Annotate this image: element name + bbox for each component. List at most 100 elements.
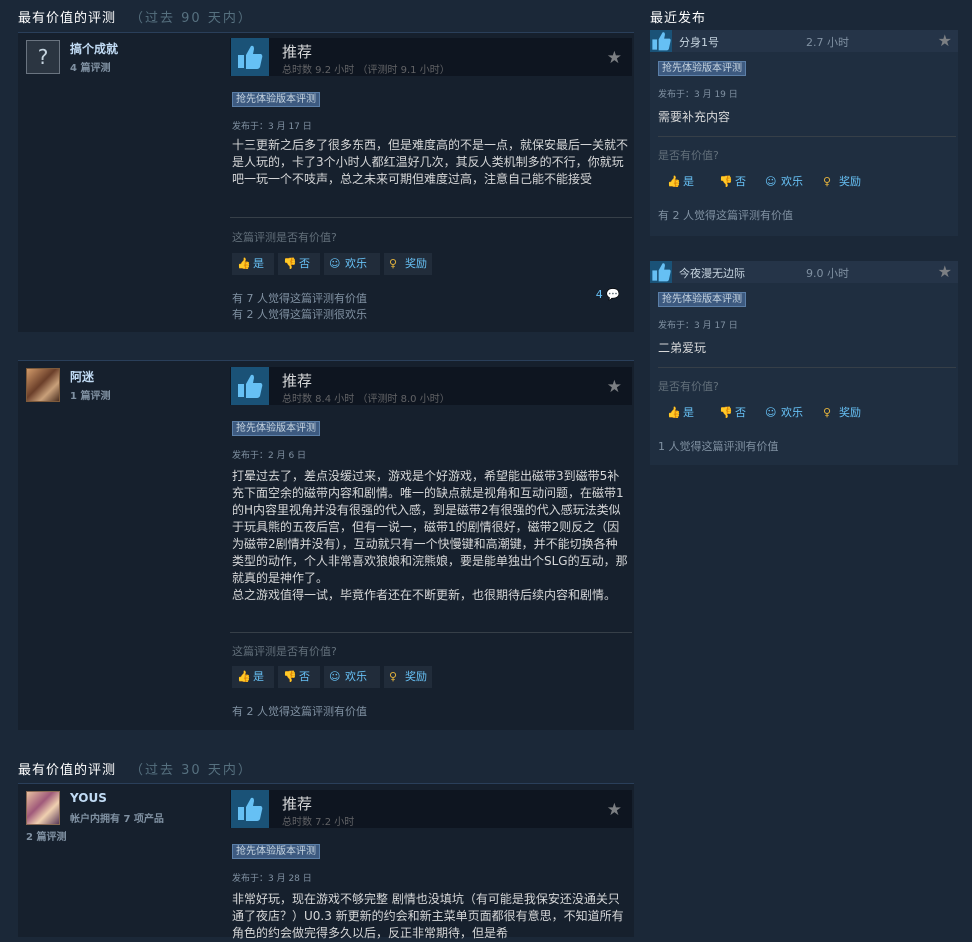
review-text: 需要补充内容 [658, 110, 731, 124]
vote-header[interactable]: 今夜漫无边际 9.0 小时 ★ [650, 261, 958, 283]
helpful-count: 1 人觉得这篇评测有价值 [658, 440, 779, 453]
review-text: 非常好玩，现在游戏不够完整 剧情也没填坑（有可能是我保安还没通关只通了夜店？）U… [232, 892, 624, 940]
early-access-badge: 抢先体验版本评测 [232, 92, 320, 107]
posted-date: 发布于：2 月 6 日 [232, 451, 307, 461]
thumbs-up-icon: 👍 [667, 406, 681, 419]
smiley-icon: ☺ [765, 175, 777, 188]
review-text: 十三更新之后多了很多东西，但是难度高的不是一点，就保安最后一关就不是人玩的，卡了… [232, 138, 629, 186]
review-card: ? 搞个成就 4 篇评测 推荐 总时数 9.2 小时 （评测时 9.1 小时） … [18, 32, 634, 332]
award-button[interactable]: ♀ 奖励 [818, 171, 866, 193]
helpful-question: 是否有价值? [658, 149, 719, 162]
thumbs-up-icon [650, 30, 672, 52]
vote-funny-button[interactable]: ☺ 欢乐 [324, 666, 380, 688]
review-text: 打晕过去了，差点没缓过来，游戏是个好游戏，希望能出磁带3到磁带5补充下面空余的磁… [232, 469, 628, 602]
question-mark-avatar[interactable]: ? [26, 40, 60, 74]
vote-header[interactable]: 分身1号 2.7 小时 ★ [650, 30, 958, 52]
vote-funny-button[interactable]: ☺ 欢乐 [760, 402, 808, 424]
section-title-text: 最近发布 [650, 11, 707, 26]
author-name[interactable]: 阿迷 [70, 368, 94, 385]
vote-header[interactable]: 推荐 总时数 8.4 小时 （评测时 8.0 小时） ★ [230, 367, 632, 405]
playtime: 总时数 9.2 小时 （评测时 9.1 小时） [282, 65, 450, 76]
thumbs-down-icon: 👎 [719, 175, 733, 188]
helpful-count: 有 2 人觉得这篇评测有价值 [658, 209, 793, 222]
recommend-label: 推荐 [282, 372, 313, 390]
vote-yes-button[interactable]: 👍 是 [662, 402, 699, 424]
vote-no-button[interactable]: 👎 否 [714, 171, 751, 193]
divider [658, 367, 956, 368]
playtime: 总时数 7.2 小时 [282, 817, 355, 828]
star-icon[interactable]: ★ [607, 800, 622, 820]
comments-link[interactable]: 4 💬 [596, 288, 620, 301]
author-name[interactable]: 今夜漫无边际 [679, 265, 745, 281]
author-name[interactable]: YOUS [70, 791, 107, 805]
vote-yes-button[interactable]: 👍 是 [232, 666, 274, 688]
review-card: 阿迷 1 篇评测 推荐 总时数 8.4 小时 （评测时 8.0 小时） ★ 抢先… [18, 360, 634, 730]
vote-yes-button[interactable]: 👍 是 [662, 171, 699, 193]
award-icon: ♀ [823, 175, 832, 188]
playtime: 总时数 8.4 小时 （评测时 8.0 小时） [282, 394, 450, 405]
author-name[interactable]: 搞个成就 [70, 40, 118, 57]
vote-no-button[interactable]: 👎 否 [714, 402, 751, 424]
anime-avatar[interactable] [26, 368, 60, 402]
recommend-label: 推荐 [282, 43, 313, 61]
early-access-badge: 抢先体验版本评测 [232, 844, 320, 859]
posted-date: 发布于：3 月 19 日 [658, 90, 738, 100]
star-icon[interactable]: ★ [938, 262, 952, 281]
section-period: （过去 30 天内） [130, 763, 253, 778]
review-text: 二弟爱玩 [658, 341, 707, 355]
thumbs-up-icon: 👍 [667, 175, 681, 188]
divider [18, 32, 634, 33]
star-icon[interactable]: ★ [607, 377, 622, 397]
vote-header[interactable]: 推荐 总时数 7.2 小时 ★ [230, 790, 632, 828]
recommend-label: 推荐 [282, 795, 313, 813]
thumbs-up-icon [231, 367, 269, 405]
divider [18, 360, 634, 361]
playtime: 2.7 小时 [806, 36, 849, 49]
vote-yes-button[interactable]: 👍 是 [232, 253, 274, 275]
thumbs-up-icon: 👍 [237, 670, 251, 683]
comment-icon: 💬 [606, 288, 620, 301]
funny-count: 有 2 人觉得这篇评测很欢乐 [232, 308, 367, 321]
author-review-count[interactable]: 4 篇评测 [70, 59, 110, 74]
review-card: YOUS 帐户内拥有 7 项产品 2 篇评测 推荐 总时数 7.2 小时 ★ 抢… [18, 783, 634, 940]
posted-date: 发布于：3 月 28 日 [232, 874, 312, 884]
award-icon: ♀ [389, 257, 398, 270]
early-access-badge: 抢先体验版本评测 [232, 421, 320, 436]
vote-header[interactable]: 推荐 总时数 9.2 小时 （评测时 9.1 小时） ★ [230, 38, 632, 76]
early-access-badge: 抢先体验版本评测 [658, 61, 746, 76]
section-title-recent: 最近发布 [650, 7, 706, 26]
author-review-count[interactable]: 1 篇评测 [70, 387, 110, 402]
award-button[interactable]: ♀ 奖励 [384, 666, 432, 688]
early-access-badge: 抢先体验版本评测 [658, 292, 746, 307]
thumbs-up-icon: 👍 [237, 257, 251, 270]
vote-funny-button[interactable]: ☺ 欢乐 [760, 171, 808, 193]
thumbs-down-icon: 👎 [283, 257, 297, 270]
award-button[interactable]: ♀ 奖励 [384, 253, 432, 275]
posted-date: 发布于：3 月 17 日 [232, 122, 312, 132]
posted-date: 发布于：3 月 17 日 [658, 321, 738, 331]
section-title-text: 最有价值的评测 [18, 763, 117, 778]
star-icon[interactable]: ★ [938, 31, 952, 50]
author-review-count[interactable]: 2 篇评测 [26, 828, 66, 843]
divider [658, 136, 956, 137]
anime-avatar[interactable] [26, 791, 60, 825]
helpful-count: 有 7 人觉得这篇评测有价值 [232, 292, 367, 305]
vote-no-button[interactable]: 👎 否 [278, 666, 320, 688]
helpful-question: 这篇评测是否有价值? [232, 645, 337, 658]
vote-funny-button[interactable]: ☺ 欢乐 [324, 253, 380, 275]
divider [230, 217, 632, 218]
award-button[interactable]: ♀ 奖励 [818, 402, 866, 424]
star-icon[interactable]: ★ [607, 48, 622, 68]
author-name[interactable]: 分身1号 [679, 34, 719, 50]
smiley-icon: ☺ [329, 670, 341, 683]
recent-review-card: 今夜漫无边际 9.0 小时 ★ 抢先体验版本评测 发布于：3 月 17 日 二弟… [650, 261, 958, 465]
thumbs-up-icon [231, 790, 269, 828]
thumbs-down-icon: 👎 [283, 670, 297, 683]
thumbs-down-icon: 👎 [719, 406, 733, 419]
recent-review-card: 分身1号 2.7 小时 ★ 抢先体验版本评测 发布于：3 月 19 日 需要补充… [650, 30, 958, 236]
author-products[interactable]: 帐户内拥有 7 项产品 [70, 810, 164, 825]
vote-no-button[interactable]: 👎 否 [278, 253, 320, 275]
award-icon: ♀ [389, 670, 398, 683]
award-icon: ♀ [823, 406, 832, 419]
divider [18, 783, 634, 784]
